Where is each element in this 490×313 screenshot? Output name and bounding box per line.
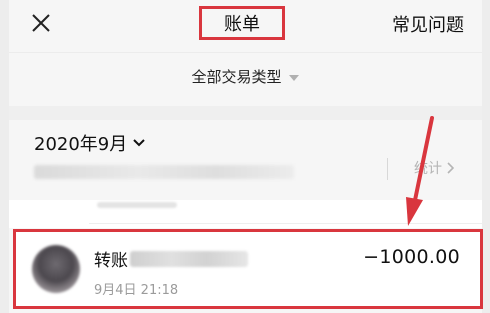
month-selector[interactable]: 2020年9月	[34, 130, 145, 156]
transaction-type-filter[interactable]: 全部交易类型	[0, 66, 490, 87]
close-icon	[32, 14, 50, 32]
filter-label: 全部交易类型	[191, 68, 282, 86]
blurred-counterparty	[130, 250, 248, 267]
chevron-right-icon	[447, 162, 454, 174]
transaction-time: 9月4日 21:18	[94, 283, 179, 298]
transaction-title: 转账	[94, 246, 248, 271]
row-divider	[89, 223, 482, 224]
stats-divider	[387, 158, 388, 180]
blurred-summary	[34, 165, 294, 179]
list-item-partial	[9, 200, 482, 228]
chevron-down-icon	[133, 139, 145, 147]
avatar	[32, 245, 80, 293]
stats-label: 统计	[414, 161, 442, 177]
faq-link[interactable]: 常见问题	[392, 11, 464, 37]
header-divider	[9, 52, 482, 53]
blurred-text	[97, 202, 177, 208]
stats-link[interactable]: 统计	[414, 158, 454, 178]
transaction-type: 转账	[94, 251, 128, 271]
month-label: 2020年9月	[34, 134, 128, 155]
section-gap	[9, 106, 482, 120]
transaction-amount: −1000.00	[363, 246, 460, 268]
transaction-row[interactable]: 转账 9月4日 21:18 −1000.00	[13, 229, 483, 309]
caret-down-icon	[288, 74, 299, 81]
close-button[interactable]	[30, 12, 52, 34]
page-title: 账单	[199, 6, 285, 40]
